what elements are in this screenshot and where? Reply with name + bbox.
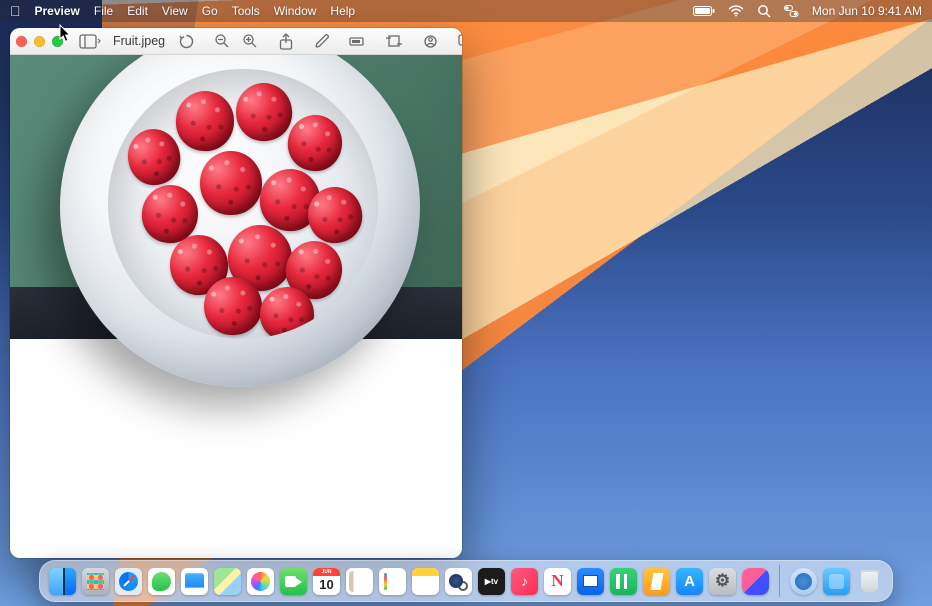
- dock-app-notes[interactable]: [412, 568, 439, 595]
- sidebar-toggle[interactable]: [77, 31, 103, 52]
- dock-app-finder[interactable]: [49, 568, 76, 595]
- dock-app-messages[interactable]: [148, 568, 175, 595]
- dock-app-appstore[interactable]: [676, 568, 703, 595]
- control-center-icon[interactable]: [784, 5, 799, 17]
- preview-window: Fruit.jpeg: [10, 28, 462, 558]
- battery-icon[interactable]: [693, 5, 715, 17]
- zoom-out-button[interactable]: [209, 31, 235, 52]
- dock-app-mail[interactable]: [181, 568, 208, 595]
- image-canvas[interactable]: [10, 55, 462, 558]
- menubar-left:  Preview File Edit View Go Tools Window…: [10, 4, 355, 18]
- wifi-icon[interactable]: [728, 5, 744, 17]
- menu-help[interactable]: Help: [330, 4, 355, 18]
- menubar-clock[interactable]: Mon Jun 10 9:41 AM: [812, 4, 922, 18]
- minimize-button[interactable]: [34, 36, 45, 47]
- dock-app-facetime[interactable]: [280, 568, 307, 595]
- menu-file[interactable]: File: [94, 4, 113, 18]
- dock-app-keynote[interactable]: [577, 568, 604, 595]
- dock-app-calendar[interactable]: JUN10: [313, 568, 340, 595]
- dock-trash[interactable]: [856, 568, 883, 595]
- menu-window[interactable]: Window: [274, 4, 317, 18]
- dock-app-preview[interactable]: [445, 568, 472, 595]
- annotate-button[interactable]: [453, 31, 462, 52]
- mouse-cursor: [59, 24, 73, 44]
- dock-app-reminders[interactable]: [379, 568, 406, 595]
- dock-app-tv[interactable]: [478, 568, 505, 595]
- dock-app-pages[interactable]: [643, 568, 670, 595]
- dock-app-launchpad[interactable]: [82, 568, 109, 595]
- dock-stack-documents[interactable]: [823, 568, 850, 595]
- rotate-button[interactable]: [173, 31, 199, 52]
- markup-button[interactable]: [309, 31, 335, 52]
- dock-app-safari[interactable]: [115, 568, 142, 595]
- dock-app-system-settings[interactable]: [709, 568, 736, 595]
- titlebar[interactable]: Fruit.jpeg: [10, 28, 462, 55]
- app-menu[interactable]: Preview: [35, 4, 80, 18]
- document-title: Fruit.jpeg: [113, 34, 165, 48]
- dock-app-news[interactable]: [544, 568, 571, 595]
- menubar:  Preview File Edit View Go Tools Window…: [0, 0, 932, 22]
- zoom-in-button[interactable]: [237, 31, 263, 52]
- menu-edit[interactable]: Edit: [127, 4, 148, 18]
- dock-app-music[interactable]: [511, 568, 538, 595]
- close-button[interactable]: [16, 36, 27, 47]
- dock-separator: [779, 565, 780, 597]
- window-controls: [16, 36, 63, 47]
- toolbar: [173, 31, 462, 52]
- share-button[interactable]: [273, 31, 299, 52]
- menu-view[interactable]: View: [162, 4, 188, 18]
- dock-app-photos[interactable]: [247, 568, 274, 595]
- form-button[interactable]: [417, 31, 443, 52]
- menubar-right: Mon Jun 10 9:41 AM: [693, 4, 922, 18]
- dock-app-contacts[interactable]: [346, 568, 373, 595]
- dock-app-numbers[interactable]: [610, 568, 637, 595]
- image-content: [10, 55, 462, 335]
- menu-go[interactable]: Go: [202, 4, 218, 18]
- dock-app-maps[interactable]: [214, 568, 241, 595]
- dock: JUN10: [39, 560, 893, 602]
- menu-tools[interactable]: Tools: [232, 4, 260, 18]
- redact-button[interactable]: [345, 31, 371, 52]
- apple-menu[interactable]: : [10, 4, 21, 18]
- spotlight-icon[interactable]: [757, 4, 771, 18]
- dock-app-iphone-mirroring[interactable]: [742, 568, 769, 595]
- crop-button[interactable]: [381, 31, 407, 52]
- dock-stack-downloads[interactable]: [790, 568, 817, 595]
